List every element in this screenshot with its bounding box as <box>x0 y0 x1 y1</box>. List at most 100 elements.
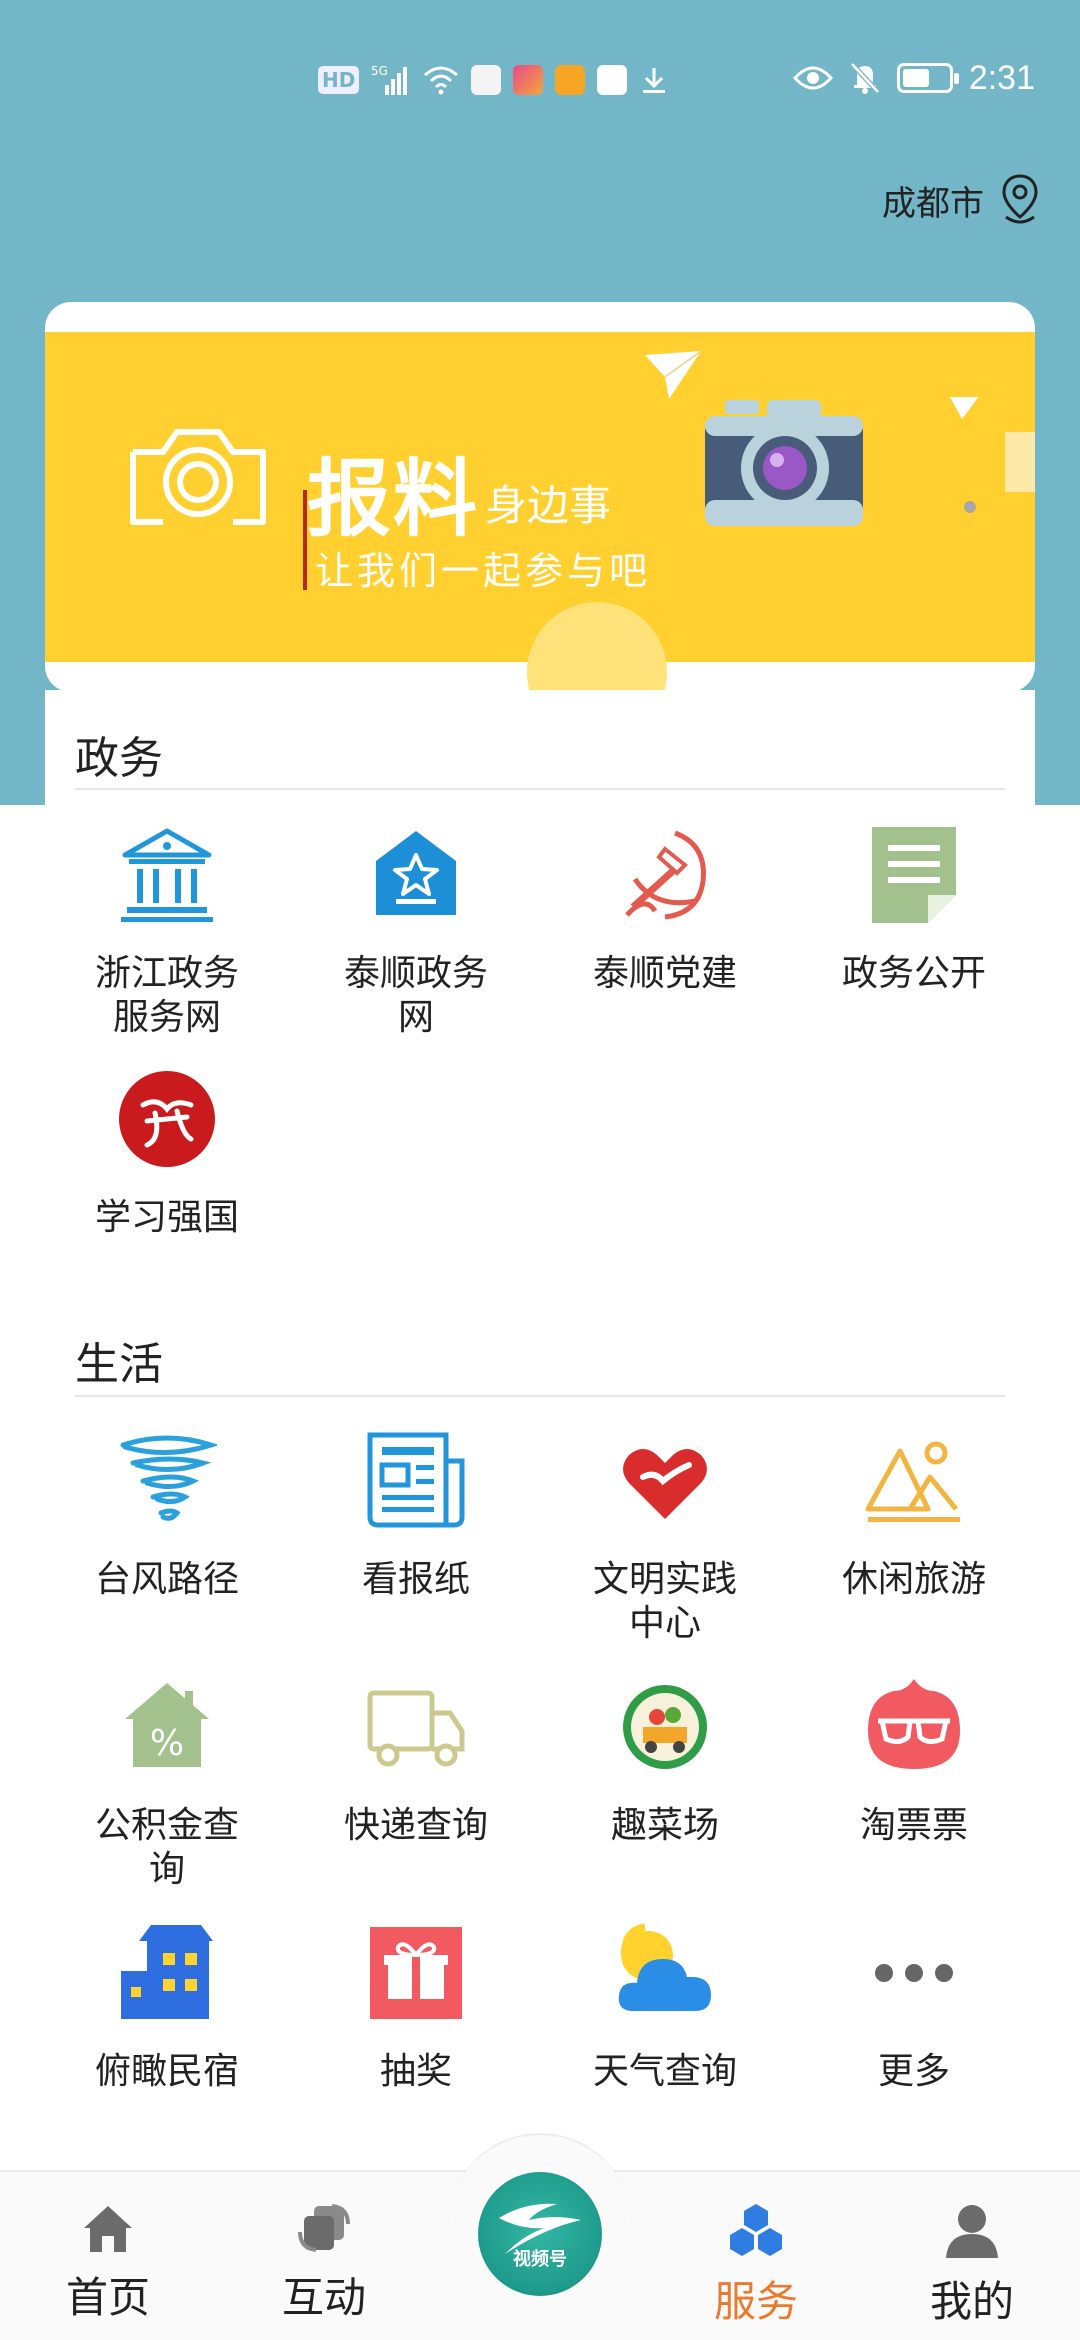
service-item[interactable]: 泰顺党建 <box>541 820 789 996</box>
government-building-icon <box>112 820 222 930</box>
nav-label: 我的 <box>929 2277 1014 2326</box>
section-divider-life <box>75 1395 1005 1397</box>
svg-text:%: % <box>150 1723 184 1764</box>
service-label: 淘票票 <box>859 1805 968 1846</box>
nav-label: 首页 <box>65 2273 150 2322</box>
service-item[interactable]: 休闲旅游 <box>790 1426 1038 1602</box>
upload-icon <box>597 65 628 95</box>
battery-level <box>902 69 930 87</box>
cup-app-icon <box>555 65 586 95</box>
service-label: 更多 <box>877 2051 950 2092</box>
nav-interact[interactable]: 互动 <box>244 2202 404 2325</box>
camera-outline-icon <box>130 429 266 525</box>
download-icon <box>643 68 666 93</box>
service-label: 抽奖 <box>379 2051 452 2092</box>
house-percent-icon: % <box>112 1672 222 1782</box>
service-label: 趣菜场 <box>610 1805 719 1846</box>
service-label: 俯瞰民宿 <box>94 2051 239 2092</box>
service-item[interactable]: 政务公开 <box>790 820 1038 996</box>
battery-icon <box>896 63 959 93</box>
service-label: 台风路径 <box>94 1559 239 1600</box>
5g-signal-icon: 5G <box>371 64 408 95</box>
status-left-icons: HD 5G <box>318 62 669 98</box>
status-right-icons: 2:31 <box>792 52 1035 104</box>
section-title-life: 生活 <box>75 1339 163 1390</box>
service-label: 休闲旅游 <box>841 1559 986 1600</box>
heart-hand-icon <box>610 1426 720 1536</box>
star-house-icon <box>361 820 471 930</box>
newspaper-icon <box>361 1426 471 1536</box>
interact-icon <box>298 2204 350 2252</box>
banner-title: 报料 <box>307 449 480 548</box>
banner-card: 报料 身边事 让我们一起参与吧 <box>45 302 1035 692</box>
mute-icon <box>849 62 880 94</box>
vegetable-market-icon <box>610 1672 720 1782</box>
home-icon <box>84 2206 132 2252</box>
service-label: 天气查询 <box>592 2051 737 2092</box>
location-selector[interactable]: 成都市 <box>882 170 1040 230</box>
service-item[interactable]: 天气查询 <box>541 1918 789 2094</box>
report-banner[interactable]: 报料 身边事 让我们一起参与吧 <box>45 332 1035 692</box>
section-divider-gov <box>75 788 1005 790</box>
service-label: 政务公开 <box>841 953 986 994</box>
huawei-app-icon <box>471 65 502 95</box>
typhoon-icon <box>112 1426 222 1536</box>
service-item[interactable]: 趣菜场 <box>541 1672 789 1848</box>
service-label: 快递查询 <box>343 1805 488 1846</box>
service-item[interactable]: 更多 <box>790 1918 1038 2094</box>
nav-label: 服务 <box>713 2277 798 2326</box>
nav-label: 互动 <box>281 2273 366 2322</box>
weather-icon <box>610 1918 720 2028</box>
service-item[interactable]: % 公积金查询 <box>43 1672 291 1892</box>
content-panel-top <box>45 690 1035 830</box>
service-item[interactable]: 文明实践中心 <box>541 1426 789 1646</box>
glasses-icon <box>859 1672 969 1782</box>
service-item[interactable]: 浙江政务服务网 <box>43 820 291 1040</box>
service-item[interactable]: 俯瞰民宿 <box>43 1918 291 2094</box>
gift-icon <box>361 1918 471 2028</box>
status-time: 2:31 <box>968 58 1035 97</box>
camera-illustration-icon <box>705 400 863 526</box>
hd-icon: HD <box>318 66 360 94</box>
more-icon <box>859 1918 969 2028</box>
wifi-icon <box>424 66 459 95</box>
service-label: 看报纸 <box>361 1559 470 1600</box>
svg-text:5G: 5G <box>371 64 388 78</box>
service-label: 学习强国 <box>94 1197 239 1238</box>
service-label: 泰顺政务网 <box>343 953 488 1038</box>
homestay-building-icon <box>112 1918 222 2028</box>
location-pin-icon <box>1002 174 1038 224</box>
video-channel-button[interactable] <box>478 2172 602 2296</box>
nav-mine[interactable]: 我的 <box>892 2202 1052 2329</box>
service-icon <box>730 2204 782 2256</box>
service-item[interactable]: 台风路径 <box>43 1426 291 1602</box>
party-emblem-icon <box>610 820 720 930</box>
service-item[interactable]: 看报纸 <box>292 1426 540 1602</box>
paper-plane-icon <box>645 350 702 399</box>
center-button-label: 视频号 <box>513 2249 567 2270</box>
nav-home[interactable]: 首页 <box>28 2202 188 2325</box>
xuexi-logo-icon <box>112 1064 222 1174</box>
service-item[interactable]: 泰顺政务网 <box>292 820 540 1040</box>
service-label: 公积金查询 <box>94 1805 239 1890</box>
delivery-truck-icon <box>361 1672 471 1782</box>
nav-service[interactable]: 服务 <box>676 2202 836 2329</box>
document-icon <box>859 820 969 930</box>
section-title-gov: 政务 <box>75 733 163 784</box>
service-item[interactable]: 淘票票 <box>790 1672 1038 1848</box>
service-label: 文明实践中心 <box>592 1559 737 1644</box>
service-item[interactable]: 抽奖 <box>292 1918 540 2094</box>
banner-arrow-decoration <box>1005 432 1035 492</box>
service-item[interactable]: 学习强国 <box>43 1064 291 1240</box>
service-label: 泰顺党建 <box>592 953 737 994</box>
app-icon <box>513 65 544 95</box>
user-icon <box>946 2205 998 2258</box>
banner-tagline: 让我们一起参与吧 <box>315 549 652 593</box>
banner-subtitle: 身边事 <box>485 481 612 530</box>
eye-icon <box>792 66 833 90</box>
service-item[interactable]: 快递查询 <box>292 1672 540 1848</box>
location-city: 成都市 <box>882 183 984 224</box>
banner-sun-decoration <box>527 602 667 692</box>
mountain-icon <box>859 1426 969 1536</box>
status-bar: HD 5G 2:31 <box>0 0 1080 150</box>
